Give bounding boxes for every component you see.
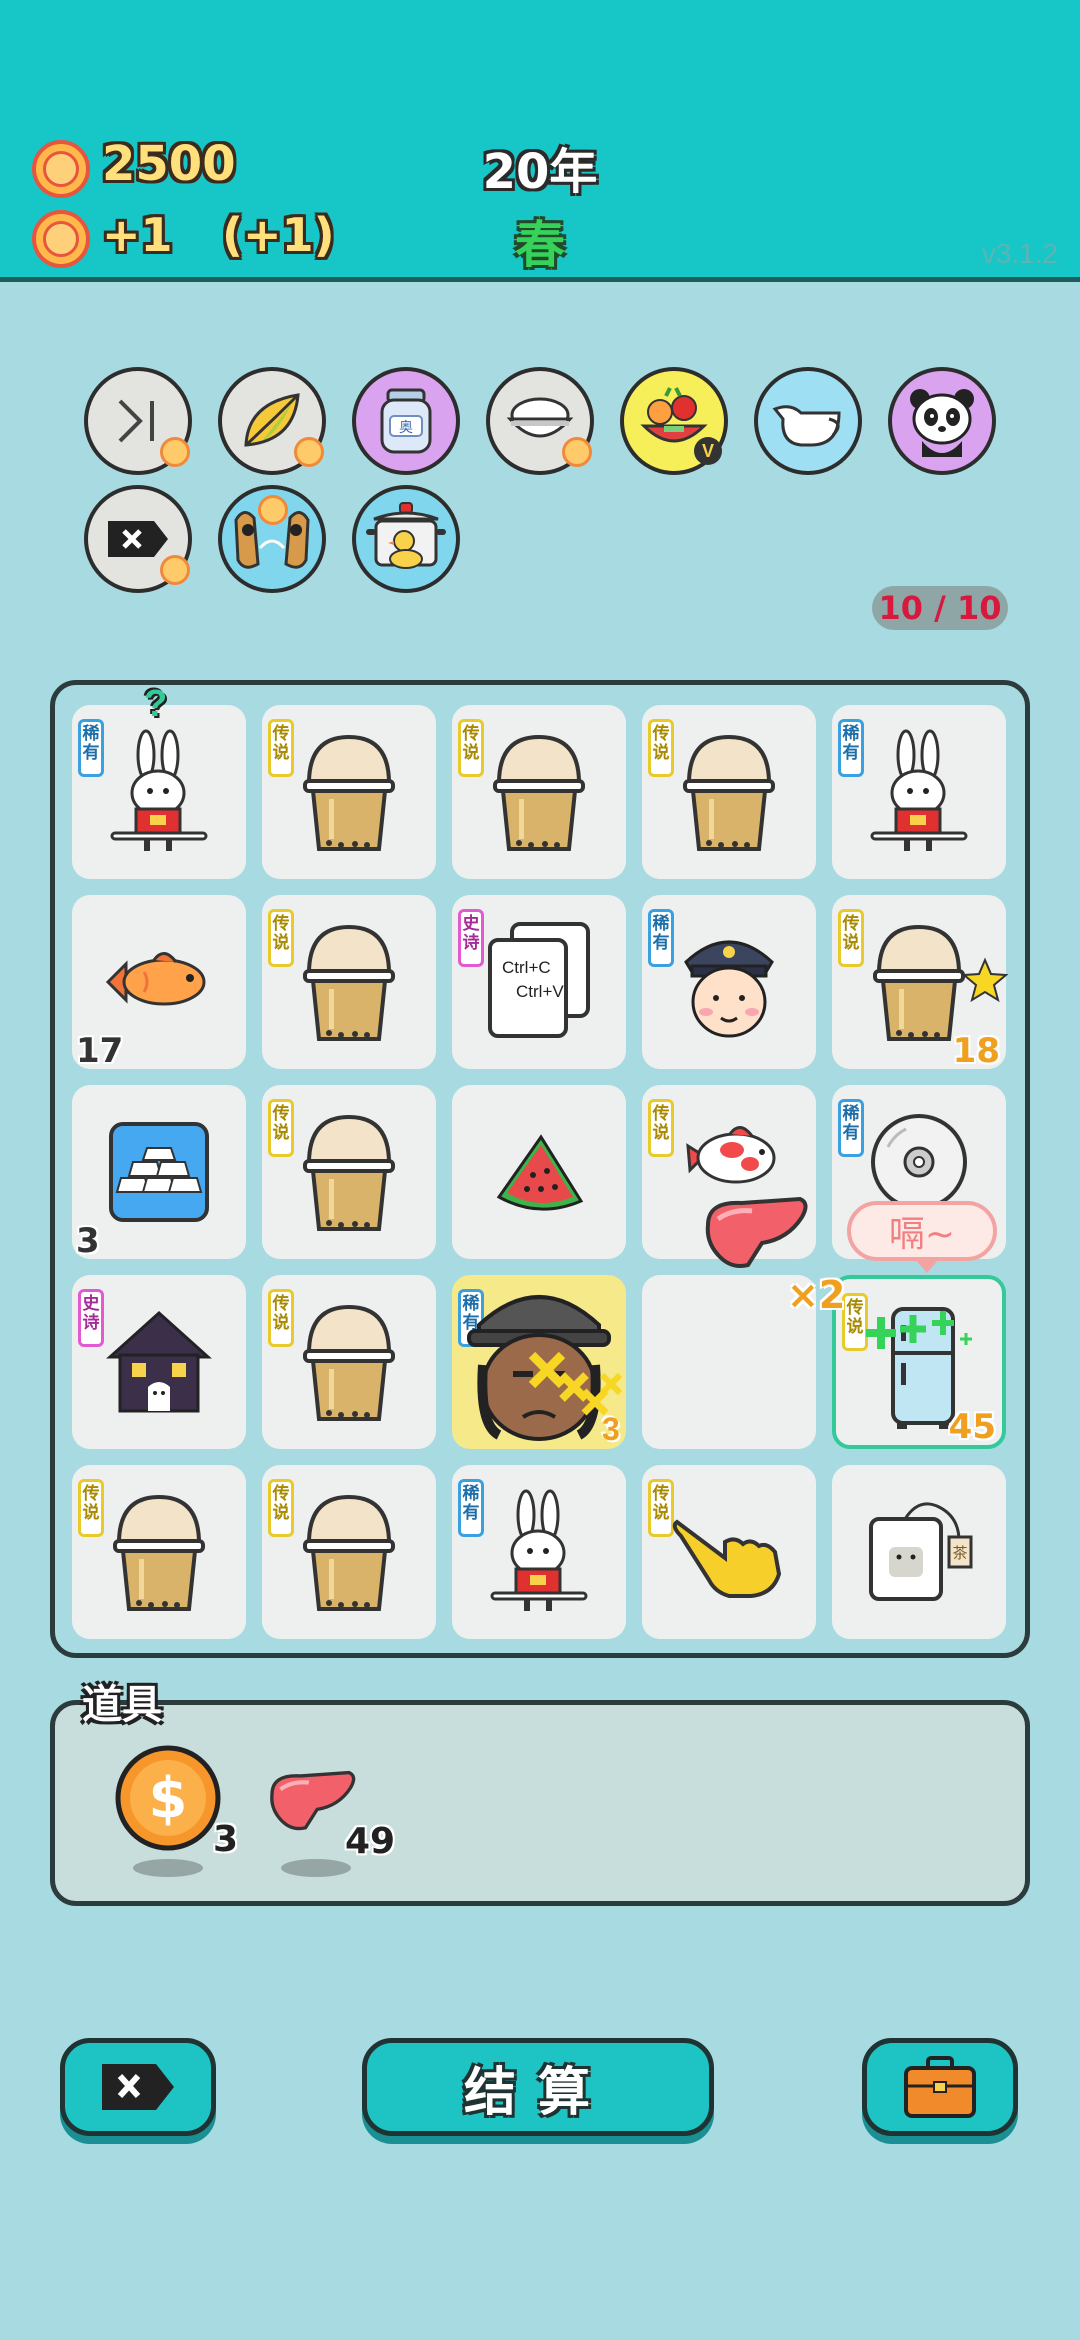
bubble-tea-icon xyxy=(72,1465,246,1639)
briefcase-icon xyxy=(904,2056,976,2118)
backpack-button[interactable] xyxy=(862,2038,1018,2136)
dollar-coin-count: 3 xyxy=(213,1819,239,1860)
board-cell-selected[interactable]: 传说 45 xyxy=(832,1275,1006,1449)
coin-cost-icon xyxy=(294,437,324,467)
panda-icon[interactable] xyxy=(888,367,996,475)
year-label: 20年 xyxy=(482,144,598,200)
dollar-coin-item[interactable]: $ 3 xyxy=(113,1743,238,1877)
version-label: v3.1.2 xyxy=(981,238,1058,269)
board-cell[interactable]: 传说 xyxy=(72,1465,246,1639)
copy-text: Ctrl+C xyxy=(502,958,551,977)
coin-cost-icon xyxy=(160,437,190,467)
board-cell[interactable]: 传说 xyxy=(262,705,436,879)
season-label: 春 xyxy=(515,216,565,274)
multiplier-label: ×2 xyxy=(787,1273,846,1317)
remove-icon[interactable] xyxy=(84,485,192,593)
board-cell[interactable]: 稀有 xyxy=(832,705,1006,879)
milk-jug-icon[interactable] xyxy=(754,367,862,475)
coin-cost-icon xyxy=(562,437,592,467)
item-count: 17 xyxy=(76,1031,124,1071)
leaf-icon[interactable] xyxy=(218,367,326,475)
items-panel: $ 3 49 xyxy=(50,1700,1030,1906)
tea-bag-icon: 茶 xyxy=(832,1465,1006,1639)
bubble-tea-icon xyxy=(642,705,816,879)
bubble-tea-icon xyxy=(262,895,436,1069)
skip-icon[interactable] xyxy=(84,367,192,475)
board-cell[interactable]: 17 xyxy=(72,895,246,1071)
board-cell[interactable]: 史诗 Ctrl+C Ctrl+V xyxy=(452,895,626,1069)
board-cell[interactable]: 稀有 xyxy=(452,1465,626,1639)
jar-label: 奥 xyxy=(399,419,413,436)
jar-icon[interactable]: 奥 xyxy=(352,367,460,475)
item-shadow xyxy=(133,1859,203,1877)
pointing-hand-icon xyxy=(642,1465,816,1639)
board-cell[interactable]: 传说 xyxy=(642,1085,816,1268)
tea-tag-label: 茶 xyxy=(952,1544,967,1562)
rabbit-icon xyxy=(72,705,246,879)
dollar-coin-icon: $ xyxy=(115,1745,221,1851)
plus-effect-icon xyxy=(866,1311,972,1349)
income-coin-icon xyxy=(32,210,90,268)
board-cell-active[interactable]: 稀有 3 xyxy=(452,1275,626,1449)
haunted-house-icon xyxy=(72,1275,246,1449)
board-cell[interactable]: 稀有 ? xyxy=(72,683,246,879)
board-cell[interactable]: 传说 xyxy=(262,1085,436,1259)
coin-total: 2500 xyxy=(102,136,236,192)
vip-badge: V xyxy=(694,437,722,465)
coin-icon xyxy=(32,140,90,198)
slot-counter: 10 / 10 xyxy=(872,586,1008,630)
liver-count: 49 xyxy=(345,1821,396,1862)
hat-man-multiplier: 3 xyxy=(602,1411,620,1447)
coin-cost-icon xyxy=(258,495,288,525)
rabbit-icon xyxy=(452,1465,626,1639)
bubble-tea-icon xyxy=(262,1275,436,1449)
remove-icon xyxy=(102,2064,174,2110)
top-bar: 2500 +1 (+1) 20年 春 v3.1.2 xyxy=(0,0,1080,282)
svg-text:$: $ xyxy=(149,1766,188,1831)
board-cell[interactable]: 茶 xyxy=(832,1465,1006,1639)
speech-bubble: 嗝~ xyxy=(847,1201,997,1273)
item-count: 45 xyxy=(948,1407,996,1447)
board-cell[interactable]: 传说 xyxy=(262,895,436,1069)
bubble-tea-icon xyxy=(262,1085,436,1259)
copy-paste-icon: Ctrl+C Ctrl+V xyxy=(452,895,626,1069)
star-icon xyxy=(962,957,1008,1003)
police-officer-icon xyxy=(642,895,816,1069)
rabbit-icon xyxy=(832,705,1006,879)
board-cell[interactable]: 传说 18 xyxy=(832,895,1008,1071)
watermelon-icon xyxy=(452,1085,626,1259)
bubble-tea-icon xyxy=(262,1465,436,1639)
board-cell[interactable]: 史诗 xyxy=(72,1275,246,1449)
speech-text: 嗝~ xyxy=(888,1214,956,1255)
duck-pot-icon[interactable] xyxy=(352,485,460,593)
liver-icon xyxy=(705,1196,808,1268)
coin-cost-icon xyxy=(160,555,190,585)
income-value: +1 xyxy=(102,208,173,262)
owls-icon[interactable] xyxy=(218,485,326,593)
rice-bowl-icon[interactable] xyxy=(486,367,594,475)
bubble-tea-icon xyxy=(452,705,626,879)
fruit-basket-icon[interactable]: V xyxy=(620,367,728,475)
settle-label: 结算 xyxy=(463,2062,612,2123)
settle-button[interactable]: 结算 xyxy=(362,2038,714,2136)
income-bonus: (+1) xyxy=(222,208,335,262)
board-cell[interactable]: 传说 xyxy=(262,1465,436,1639)
bubble-tea-icon xyxy=(262,705,436,879)
remove-button[interactable] xyxy=(60,2038,216,2136)
board-cell[interactable]: 3 xyxy=(72,1085,246,1261)
board-cell[interactable]: 传说 xyxy=(642,1465,816,1639)
board-cell[interactable]: 传说 xyxy=(642,705,816,879)
item-board: 稀有 ? 传说 传说 传说 稀有 17 传说 史诗 Ctrl+C Ctrl+V … xyxy=(50,680,1030,1658)
item-count: 18 xyxy=(952,1031,1000,1071)
paste-text: Ctrl+V xyxy=(516,982,564,1001)
board-cell[interactable] xyxy=(452,1085,626,1259)
liver-item[interactable]: 49 xyxy=(267,1769,395,1877)
item-shadow xyxy=(281,1859,351,1877)
board-cell[interactable]: 传说 xyxy=(262,1275,436,1449)
board-cell[interactable]: 稀有 xyxy=(642,895,816,1069)
item-count: 3 xyxy=(76,1221,100,1261)
board-cell[interactable]: 传说 xyxy=(452,705,626,879)
items-panel-title: 道具 xyxy=(82,1682,162,1728)
